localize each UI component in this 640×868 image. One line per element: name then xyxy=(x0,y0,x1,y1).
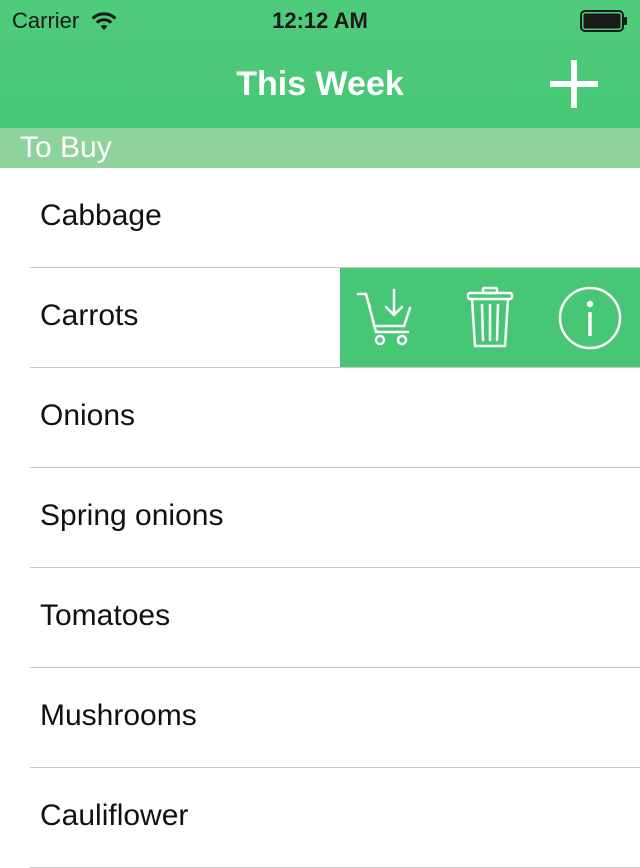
list-item-label: Cauliflower xyxy=(40,799,189,832)
list-item[interactable]: Mushrooms xyxy=(0,668,640,768)
info-icon xyxy=(558,286,622,350)
list-item[interactable]: Cauliflower xyxy=(0,768,640,868)
section-header: To Buy xyxy=(0,128,640,168)
delete-button[interactable] xyxy=(454,282,526,354)
list-item[interactable]: Cabbage xyxy=(0,168,640,268)
plus-icon xyxy=(550,60,598,108)
list-item-label: Cabbage xyxy=(40,199,162,232)
move-to-cart-button[interactable] xyxy=(352,282,424,354)
status-bar: Carrier 12:12 AM xyxy=(0,0,640,40)
trash-icon xyxy=(466,286,514,348)
status-time: 12:12 AM xyxy=(272,8,368,33)
add-item-button[interactable] xyxy=(546,56,602,112)
section-title: To Buy xyxy=(20,131,112,164)
shopping-list: Cabbage Carrots Onions Spring onions Tom… xyxy=(0,168,640,868)
navigation-header: Carrier 12:12 AM This Week xyxy=(0,0,640,128)
swipe-actions-panel xyxy=(340,268,640,367)
cart-move-icon xyxy=(356,288,412,346)
list-item[interactable]: Carrots xyxy=(0,268,640,368)
list-item-label: Onions xyxy=(40,399,136,432)
list-item-label: Spring onions xyxy=(40,499,224,532)
info-button[interactable] xyxy=(554,282,626,354)
list-item[interactable]: Tomatoes xyxy=(0,568,640,668)
list-item-label: Carrots xyxy=(40,299,139,332)
list-item[interactable]: Onions xyxy=(0,368,640,468)
list-item[interactable]: Spring onions xyxy=(0,468,640,568)
list-item-label: Tomatoes xyxy=(40,599,171,632)
list-item-label: Mushrooms xyxy=(40,699,197,732)
page-title: This Week xyxy=(236,65,404,103)
battery-icon xyxy=(580,10,628,32)
